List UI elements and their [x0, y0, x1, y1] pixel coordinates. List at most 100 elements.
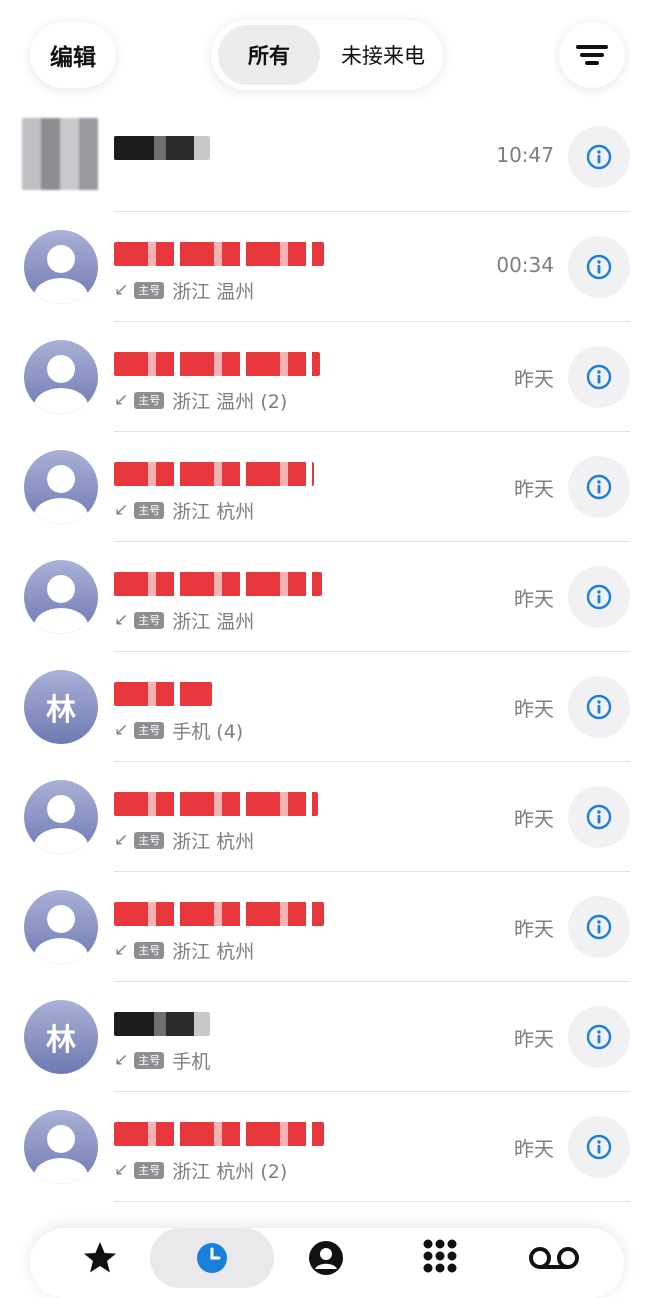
- call-time: 昨天: [514, 477, 554, 501]
- sim-tag: 主号: [134, 1051, 165, 1069]
- info-icon: [586, 1024, 612, 1050]
- redacted-number: [114, 242, 324, 266]
- redacted-number: [114, 1122, 324, 1146]
- edit-button[interactable]: 编辑: [30, 22, 116, 88]
- recent-calls-list: 10:47 ↙ 主号 浙江 温州 00:34 ↙ 主号 浙江 温州 (2) 昨天…: [0, 102, 654, 1202]
- call-row[interactable]: ↙ 主号 浙江 温州 00:34: [0, 212, 654, 322]
- contact-avatar: [24, 450, 98, 524]
- call-subtitle: ↙ 主号 浙江 温州: [114, 276, 254, 304]
- redacted-number: [114, 352, 320, 376]
- call-time: 00:34: [496, 253, 554, 277]
- info-button[interactable]: [568, 1006, 630, 1068]
- outgoing-call-icon: ↙: [114, 720, 129, 740]
- info-button[interactable]: [568, 346, 630, 408]
- redacted-name: [114, 136, 210, 160]
- call-subtitle: ↙ 主号 浙江 杭州: [114, 496, 254, 524]
- person-icon: [34, 905, 88, 964]
- info-button[interactable]: [568, 896, 630, 958]
- call-row[interactable]: ↙ 主号 浙江 杭州 昨天: [0, 762, 654, 872]
- call-time: 昨天: [514, 697, 554, 721]
- info-icon: [586, 914, 612, 940]
- call-location: 浙江 杭州: [172, 830, 255, 853]
- info-icon: [586, 254, 612, 280]
- call-row[interactable]: ↙ 主号 浙江 杭州 (2) 昨天: [0, 1092, 654, 1202]
- call-subtitle: ↙ 主号 手机 (4): [114, 716, 243, 744]
- tab-recents[interactable]: [150, 1228, 274, 1288]
- redacted-number: [114, 572, 322, 596]
- info-button[interactable]: [568, 126, 630, 188]
- call-subtitle: ↙ 主号 浙江 温州: [114, 606, 254, 634]
- person-icon: [34, 1125, 88, 1184]
- tab-voicemail[interactable]: [514, 1228, 594, 1288]
- contact-avatar: [24, 1110, 98, 1184]
- info-button[interactable]: [568, 1116, 630, 1178]
- contact-avatar: [24, 560, 98, 634]
- call-row[interactable]: 林 ↙ 主号 手机 昨天: [0, 982, 654, 1092]
- sim-tag: 主号: [134, 831, 165, 849]
- tab-favorites[interactable]: [60, 1228, 140, 1288]
- filter-segmented-control: 所有 未接来电: [211, 20, 443, 90]
- info-icon: [586, 144, 612, 170]
- call-row[interactable]: ↙ 主号 浙江 温州 (2) 昨天: [0, 322, 654, 432]
- info-button[interactable]: [568, 456, 630, 518]
- call-time: 昨天: [514, 1027, 554, 1051]
- avatar-initial: 林: [46, 1023, 76, 1058]
- filter-missed-tab[interactable]: 未接来电: [327, 25, 439, 85]
- call-subtitle: ↙ 主号 浙江 杭州: [114, 936, 254, 964]
- call-row[interactable]: ↙ 主号 浙江 温州 昨天: [0, 542, 654, 652]
- redacted-name: [114, 682, 212, 706]
- call-time: 昨天: [514, 807, 554, 831]
- sim-tag: 主号: [134, 281, 165, 299]
- favorites-icon: [84, 1242, 116, 1273]
- avatar-initial: 林: [46, 693, 76, 728]
- call-location: 手机: [172, 1050, 211, 1073]
- outgoing-call-icon: ↙: [114, 940, 129, 960]
- call-time: 昨天: [514, 367, 554, 391]
- outgoing-call-icon: ↙: [114, 610, 129, 630]
- contact-avatar: 林: [24, 670, 98, 744]
- info-button[interactable]: [568, 566, 630, 628]
- call-row[interactable]: ↙ 主号 浙江 杭州 昨天: [0, 872, 654, 982]
- person-icon: [34, 465, 88, 524]
- keypad-icon: [423, 1239, 457, 1273]
- redacted-name: [114, 1012, 210, 1036]
- filter-lines-icon: [576, 45, 608, 65]
- info-button[interactable]: [568, 786, 630, 848]
- recents-icon: [197, 1243, 227, 1273]
- call-time: 10:47: [496, 143, 554, 167]
- call-location: 浙江 杭州 (2): [172, 1160, 288, 1183]
- redacted-number: [114, 792, 318, 816]
- person-icon: [34, 355, 88, 414]
- filter-menu-button[interactable]: [559, 22, 625, 88]
- row-separator: [114, 1201, 630, 1202]
- info-button[interactable]: [568, 676, 630, 738]
- sim-tag: 主号: [134, 721, 165, 739]
- sim-tag: 主号: [134, 501, 165, 519]
- contact-avatar: [24, 230, 98, 304]
- outgoing-call-icon: ↙: [114, 390, 129, 410]
- person-icon: [34, 575, 88, 634]
- tab-bar: [30, 1228, 624, 1298]
- call-row[interactable]: ↙ 主号 浙江 杭州 昨天: [0, 432, 654, 542]
- call-subtitle: ↙ 主号 手机: [114, 1046, 210, 1074]
- call-time: 昨天: [514, 1137, 554, 1161]
- person-icon: [34, 795, 88, 854]
- outgoing-call-icon: ↙: [114, 500, 129, 520]
- contacts-icon: [309, 1241, 343, 1275]
- sim-tag: 主号: [134, 1161, 165, 1179]
- tab-contacts[interactable]: [286, 1228, 366, 1288]
- voicemail-icon: [529, 1247, 579, 1269]
- info-icon: [586, 584, 612, 610]
- call-subtitle: ↙ 主号 浙江 温州 (2): [114, 386, 287, 414]
- tab-keypad[interactable]: [400, 1228, 480, 1288]
- contact-avatar: 林: [24, 1000, 98, 1074]
- call-row[interactable]: 林 ↙ 主号 手机 (4) 昨天: [0, 652, 654, 762]
- info-button[interactable]: [568, 236, 630, 298]
- info-icon: [586, 804, 612, 830]
- contact-avatar: [24, 780, 98, 854]
- header: 编辑 所有 未接来电: [0, 0, 654, 110]
- call-row[interactable]: 10:47: [0, 102, 654, 212]
- info-icon: [586, 364, 612, 390]
- filter-all-tab[interactable]: 所有: [218, 25, 320, 85]
- outgoing-call-icon: ↙: [114, 1160, 129, 1180]
